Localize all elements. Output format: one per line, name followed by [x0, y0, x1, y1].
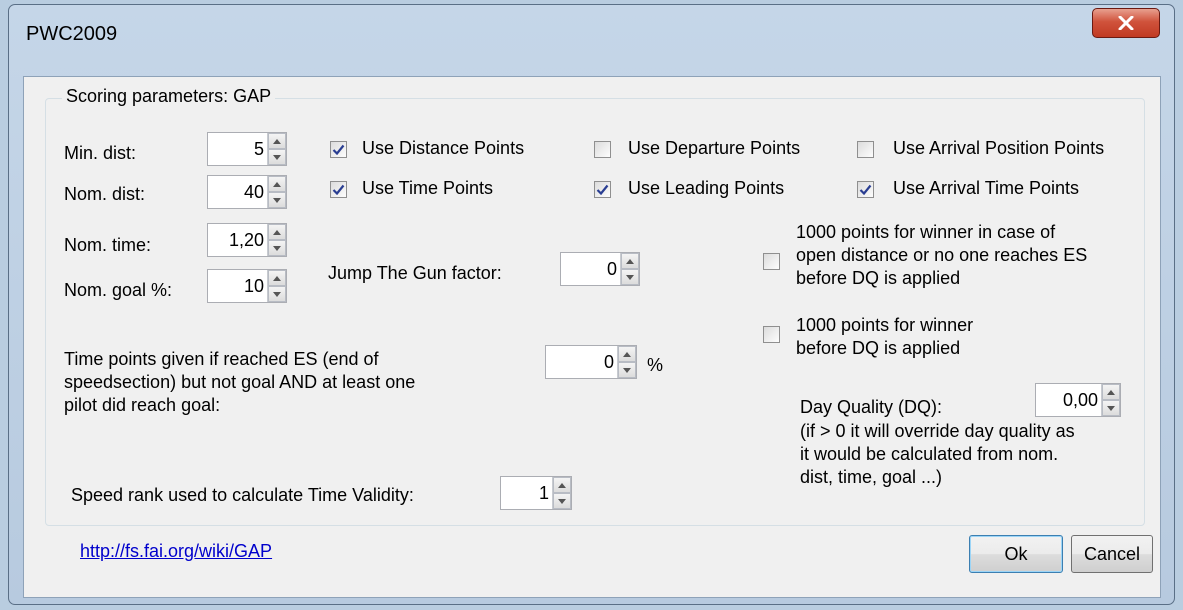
- winner-open-line-2: open distance or no one reaches ES: [796, 245, 1088, 265]
- cancel-button[interactable]: Cancel: [1071, 535, 1153, 573]
- speed-rank-spinner[interactable]: 1: [500, 476, 572, 510]
- nom-time-label: Nom. time:: [64, 235, 152, 255]
- use-arrival-time-points-checkbox[interactable]: [857, 181, 874, 198]
- time-points-spinner[interactable]: 0: [545, 345, 637, 379]
- day-quality-spinner[interactable]: 0,00: [1035, 383, 1121, 417]
- ok-button[interactable]: Ok: [969, 535, 1063, 573]
- time-points-line-3: pilot did reach goal:: [64, 395, 221, 415]
- day-quality-note: (if > 0 it will override day quality as …: [800, 420, 1075, 489]
- arrow-up-icon[interactable]: [268, 176, 286, 192]
- winner-open-line-3: before DQ is applied: [796, 268, 961, 288]
- use-time-points-label[interactable]: Use Time Points: [362, 178, 493, 199]
- time-points-value[interactable]: 0: [546, 346, 617, 378]
- nom-dist-spinner[interactable]: 40: [207, 175, 287, 209]
- dialog-content: Scoring parameters: GAP Min. dist: 5 Nom…: [23, 76, 1161, 598]
- cancel-button-label: Cancel: [1083, 543, 1141, 564]
- use-arrival-position-points-checkbox[interactable]: [857, 141, 874, 158]
- winner-open-distance-label[interactable]: 1000 points for winner in case of open d…: [796, 221, 1087, 290]
- winner-before-dq-checkbox[interactable]: [763, 326, 780, 343]
- arrow-up-icon[interactable]: [268, 270, 286, 286]
- arrow-down-icon[interactable]: [618, 362, 636, 378]
- jump-the-gun-label: Jump The Gun factor:: [328, 263, 502, 283]
- winner-dq-line-1: 1000 points for winner: [796, 315, 974, 335]
- gap-wiki-link[interactable]: http://fs.fai.org/wiki/GAP: [80, 541, 272, 562]
- winner-open-distance-checkbox[interactable]: [763, 253, 780, 270]
- use-arrival-position-points-label[interactable]: Use Arrival Position Points: [893, 138, 1104, 159]
- use-leading-points-label[interactable]: Use Leading Points: [628, 178, 784, 199]
- speed-rank-value[interactable]: 1: [501, 477, 552, 509]
- use-leading-points-checkbox[interactable]: [594, 181, 611, 198]
- use-arrival-time-points-label[interactable]: Use Arrival Time Points: [893, 178, 1079, 199]
- ok-button-label: Ok: [1004, 543, 1028, 564]
- nom-time-spinner[interactable]: 1,20: [207, 223, 287, 257]
- use-distance-points-label[interactable]: Use Distance Points: [362, 138, 524, 159]
- group-title: Scoring parameters: GAP: [62, 86, 276, 107]
- arrow-down-icon[interactable]: [268, 192, 286, 208]
- nom-dist-value[interactable]: 40: [208, 176, 267, 208]
- nom-goal-label: Nom. goal %:: [64, 280, 173, 300]
- use-departure-points-checkbox[interactable]: [594, 141, 611, 158]
- nom-goal-spinner[interactable]: 10: [207, 269, 287, 303]
- arrow-down-icon[interactable]: [268, 286, 286, 302]
- arrow-up-icon[interactable]: [268, 133, 286, 149]
- arrow-up-icon[interactable]: [618, 346, 636, 362]
- nom-time-value[interactable]: 1,20: [208, 224, 267, 256]
- dq-note-line-1: (if > 0 it will override day quality as: [800, 421, 1075, 441]
- day-quality-label: Day Quality (DQ):: [800, 397, 943, 417]
- arrow-down-icon[interactable]: [268, 240, 286, 256]
- time-points-line-1: Time points given if reached ES (end of: [64, 349, 379, 369]
- arrow-down-icon[interactable]: [621, 269, 639, 285]
- jump-the-gun-spinner[interactable]: 0: [560, 252, 640, 286]
- close-icon: [1118, 16, 1134, 30]
- jump-the-gun-value[interactable]: 0: [561, 253, 620, 285]
- close-button[interactable]: [1092, 8, 1160, 38]
- dialog-window: PWC2009 Scoring parameters: GAP Min. dis…: [8, 4, 1175, 605]
- window-title: PWC2009: [26, 23, 118, 45]
- min-dist-value[interactable]: 5: [208, 133, 267, 165]
- min-dist-spinner[interactable]: 5: [207, 132, 287, 166]
- speed-rank-label: Speed rank used to calculate Time Validi…: [71, 485, 414, 505]
- arrow-up-icon[interactable]: [553, 477, 571, 493]
- check-icon: [859, 184, 872, 195]
- arrow-down-icon[interactable]: [268, 149, 286, 165]
- winner-before-dq-label[interactable]: 1000 points for winner before DQ is appl…: [796, 314, 973, 360]
- title-bar[interactable]: PWC2009: [9, 5, 1174, 75]
- dq-note-line-2: it would be calculated from nom.: [800, 444, 1059, 464]
- time-points-line-2: speedsection) but not goal AND at least …: [64, 372, 416, 392]
- arrow-up-icon[interactable]: [1102, 384, 1120, 400]
- arrow-up-icon[interactable]: [268, 224, 286, 240]
- use-time-points-checkbox[interactable]: [330, 181, 347, 198]
- check-icon: [332, 144, 345, 155]
- use-departure-points-label[interactable]: Use Departure Points: [628, 138, 800, 159]
- day-quality-value[interactable]: 0,00: [1036, 384, 1101, 416]
- min-dist-label: Min. dist:: [64, 143, 137, 163]
- dq-note-line-3: dist, time, goal ...): [800, 467, 943, 487]
- check-icon: [332, 184, 345, 195]
- arrow-down-icon[interactable]: [553, 493, 571, 509]
- nom-dist-label: Nom. dist:: [64, 184, 146, 204]
- time-points-label: Time points given if reached ES (end of …: [64, 348, 415, 417]
- arrow-up-icon[interactable]: [621, 253, 639, 269]
- percent-unit: %: [647, 355, 664, 375]
- arrow-down-icon[interactable]: [1102, 400, 1120, 416]
- winner-open-line-1: 1000 points for winner in case of: [796, 222, 1056, 242]
- check-icon: [596, 184, 609, 195]
- use-distance-points-checkbox[interactable]: [330, 141, 347, 158]
- winner-dq-line-2: before DQ is applied: [796, 338, 961, 358]
- nom-goal-value[interactable]: 10: [208, 270, 267, 302]
